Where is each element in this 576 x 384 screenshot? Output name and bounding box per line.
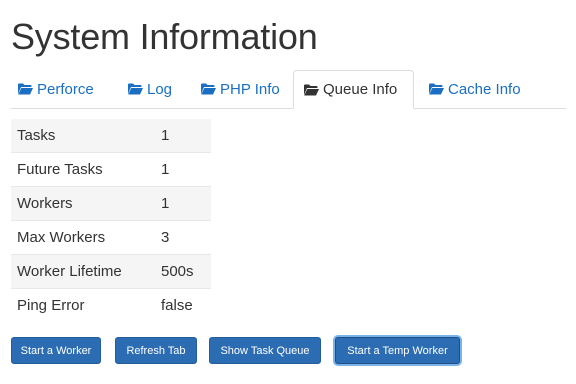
tab-php-info[interactable]: PHP Info — [201, 70, 280, 108]
page-title: System Information — [11, 16, 318, 57]
row-label: Worker Lifetime — [11, 254, 155, 289]
folder-icon — [201, 83, 216, 95]
row-value: 3 — [155, 220, 211, 255]
queue-info-table: Tasks 1 Future Tasks 1 Workers 1 Max Wor… — [11, 119, 211, 322]
folder-icon — [429, 83, 444, 95]
tab-label: Queue Info — [323, 81, 398, 98]
table-row: Tasks 1 — [11, 119, 211, 153]
row-value: 1 — [155, 119, 211, 153]
row-value: 500s — [155, 254, 211, 289]
row-value: 1 — [155, 152, 211, 187]
system-information-page: System Information Perforce Log PHP Info — [0, 0, 576, 384]
table-row: Ping Error false — [11, 288, 211, 322]
folder-icon — [128, 83, 143, 95]
row-label: Future Tasks — [11, 152, 155, 187]
table-row: Max Workers 3 — [11, 220, 211, 255]
tab-bar: Perforce Log PHP Info Queue Info Cache I… — [11, 70, 566, 109]
start-worker-button[interactable]: Start a Worker — [11, 337, 101, 364]
folder-open-icon — [304, 84, 319, 95]
row-label: Tasks — [11, 119, 155, 153]
show-task-queue-button[interactable]: Show Task Queue — [209, 337, 321, 364]
tab-log[interactable]: Log — [128, 70, 172, 108]
row-value: false — [155, 288, 211, 322]
refresh-tab-button[interactable]: Refresh Tab — [115, 337, 197, 364]
row-value: 1 — [155, 186, 211, 221]
tab-cache-info[interactable]: Cache Info — [429, 70, 521, 108]
tab-label: PHP Info — [220, 80, 280, 98]
table-row: Workers 1 — [11, 186, 211, 221]
tab-label: Log — [147, 80, 173, 98]
start-temp-worker-button[interactable]: Start a Temp Worker — [335, 337, 460, 364]
table-row: Future Tasks 1 — [11, 152, 211, 187]
row-label: Ping Error — [11, 288, 155, 322]
tab-label: Cache Info — [448, 80, 521, 98]
row-label: Max Workers — [11, 220, 155, 255]
folder-icon — [18, 83, 33, 95]
tab-label: Perforce — [37, 80, 94, 98]
tab-queue-info[interactable]: Queue Info — [293, 70, 414, 109]
table-row: Worker Lifetime 500s — [11, 254, 211, 289]
row-label: Workers — [11, 186, 155, 221]
tab-perforce[interactable]: Perforce — [18, 70, 94, 108]
